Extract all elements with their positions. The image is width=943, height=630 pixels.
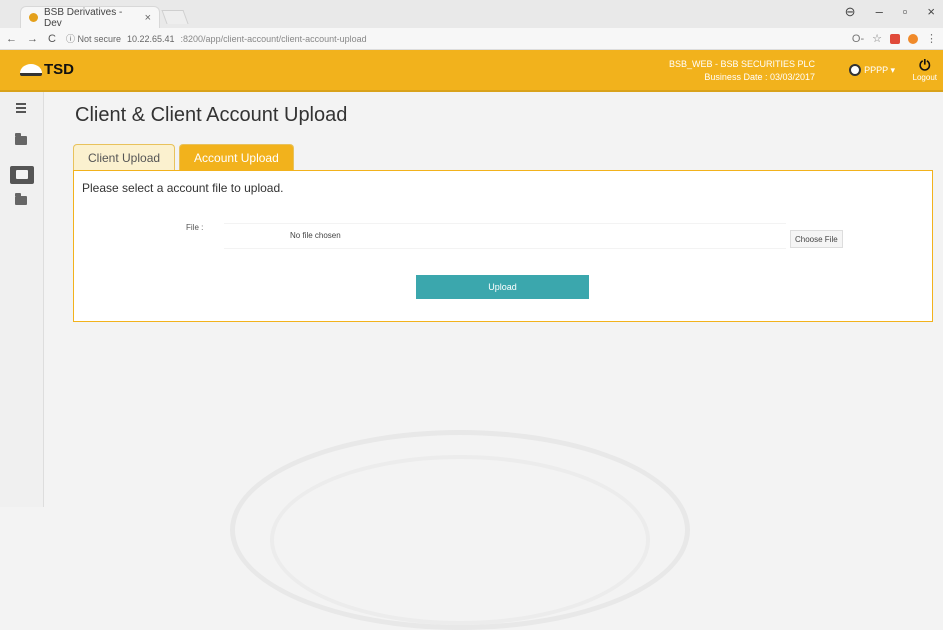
minimize-button[interactable]: – (876, 4, 883, 20)
header-info: BSB_WEB - BSB SECURITIES PLC Business Da… (669, 58, 815, 84)
company-name: BSB_WEB - BSB SECURITIES PLC (668, 59, 815, 69)
power-icon: ⏻ (919, 57, 931, 73)
extension-orange-icon[interactable] (908, 33, 918, 44)
address-row: ← → C ⓘ Not secure 10.22.65.41 :8200/app/… (0, 28, 943, 50)
tab-client-upload[interactable]: Client Upload (73, 144, 176, 170)
close-window-button[interactable]: × (927, 4, 935, 20)
watermark-arc-inner (270, 455, 650, 625)
user-avatar-icon (849, 64, 862, 76)
page-title: Client & Client Account Upload (75, 104, 348, 126)
logout-button[interactable]: ⏻ Logout (912, 57, 937, 83)
logo[interactable]: TSD (20, 61, 74, 78)
sidebar-menu-button[interactable] (12, 100, 30, 114)
star-icon[interactable]: ☆ (872, 32, 882, 45)
extension-red-icon[interactable] (890, 33, 900, 44)
reload-button[interactable]: C (48, 33, 56, 45)
url-path: :8200/app/client-account/client-account-… (180, 33, 367, 44)
user-name: PPPP ▾ (864, 64, 895, 75)
upload-panel: Please select a account file to upload. … (73, 170, 933, 322)
sidebar (0, 92, 44, 507)
browser-tab[interactable]: BSB Derivatives - Dev × (20, 6, 160, 29)
file-label: File : (186, 223, 204, 232)
back-button[interactable]: ← (6, 33, 17, 45)
upload-tabs: Client Upload Account Upload (73, 144, 294, 170)
instruction-text: Please select a account file to upload. (82, 181, 284, 195)
extensions: O‑ ☆ ⋮ (852, 32, 937, 46)
tab-account-upload[interactable]: Account Upload (179, 144, 294, 170)
forward-button[interactable]: → (27, 33, 38, 45)
address-bar[interactable]: ⓘ Not secure 10.22.65.41 :8200/app/client… (66, 32, 842, 45)
app-header: TSD BSB_WEB - BSB SECURITIES PLC Busines… (0, 50, 943, 92)
security-indicator[interactable]: ⓘ Not secure (66, 32, 121, 45)
new-tab-button[interactable] (161, 10, 189, 24)
choose-file-button[interactable]: Choose File (790, 230, 843, 248)
tab-strip: BSB Derivatives - Dev × ⊖ – ▫ × (0, 0, 943, 29)
logout-label: Logout (912, 73, 937, 82)
key-icon[interactable]: O‑ (852, 33, 864, 45)
browser-menu-icon[interactable]: ⋮ (926, 32, 937, 45)
restore-button[interactable]: ▫ (903, 4, 908, 20)
sidebar-item-folder-active[interactable] (10, 166, 34, 184)
logo-text: TSD (44, 61, 74, 78)
upload-button[interactable]: Upload (416, 275, 589, 299)
favicon-icon (29, 13, 38, 22)
browser-chrome: BSB Derivatives - Dev × ⊖ – ▫ × ← → C ⓘ … (0, 0, 943, 50)
hamburger-icon (16, 103, 26, 113)
business-date: Business Date : 03/03/2017 (704, 72, 815, 82)
logo-mark-icon (20, 63, 42, 76)
profile-icon[interactable]: ⊖ (845, 4, 856, 20)
sidebar-item-folder-1[interactable] (12, 133, 30, 148)
file-chosen-display: No file chosen (224, 223, 786, 249)
tab-close-icon[interactable]: × (145, 12, 151, 24)
window-controls: ⊖ – ▫ × (845, 4, 935, 20)
user-menu[interactable]: PPPP ▾ (849, 64, 895, 76)
open-folder-icon (16, 170, 28, 179)
folder-icon (15, 193, 27, 205)
browser-tab-title: BSB Derivatives - Dev (44, 6, 123, 29)
folder-icon (15, 133, 27, 145)
sidebar-item-folder-3[interactable] (12, 193, 30, 208)
url-host: 10.22.65.41 (126, 33, 175, 44)
